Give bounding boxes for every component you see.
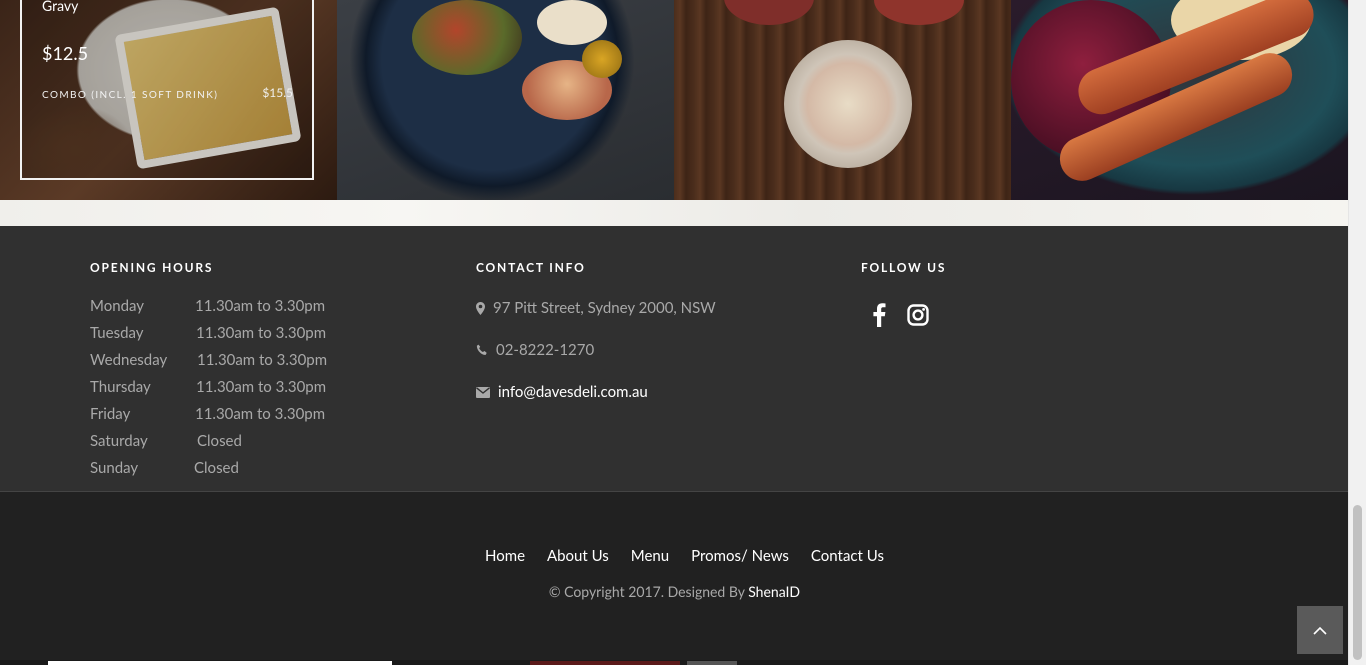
facebook-link[interactable] (864, 300, 894, 330)
email-link[interactable]: info@davesdeli.com.au (498, 383, 648, 401)
hours-day: Wednesday (90, 351, 168, 369)
hours-time: Closed (197, 432, 242, 450)
hours-row: Thursday 11.30am to 3.30pm (90, 378, 327, 405)
hours-time: 11.30am to 3.30pm (195, 405, 326, 423)
hours-row: Wednesday 11.30am to 3.30pm (90, 351, 327, 378)
gallery-image-sausages[interactable] (1011, 0, 1349, 200)
back-to-top-button[interactable] (1297, 606, 1343, 654)
food-graphic (874, 0, 964, 25)
paper-texture-divider (0, 200, 1349, 226)
address-line: 97 Pitt Street, Sydney 2000, NSW (476, 299, 716, 317)
phone-icon (476, 344, 487, 355)
copyright-text: © Copyright 2017. Designed By ShenaID (0, 583, 1349, 600)
hours-time: 11.30am to 3.30pm (197, 351, 328, 369)
peek-block (48, 661, 392, 665)
gallery-image-gravy-bake[interactable]: Gravy $12.5 COMBO (INCL. 1 SOFT DRINK) $… (0, 0, 337, 200)
hours-day: Sunday (90, 459, 139, 477)
footer-bottom: Home About Us Menu Promos/ News Contact … (0, 492, 1349, 660)
facebook-icon (873, 303, 886, 327)
instagram-icon (907, 304, 929, 326)
envelope-icon (476, 386, 490, 398)
hours-day: Friday (90, 405, 131, 423)
food-graphic (724, 0, 814, 25)
menu-item-combo-price: $15.5 (262, 85, 293, 100)
hours-row: Tuesday 11.30am to 3.30pm (90, 324, 327, 351)
hours-day: Saturday (90, 432, 148, 450)
menu-item-combo-label: COMBO (INCL. 1 SOFT DRINK) (42, 89, 219, 101)
hours-day: Thursday (90, 378, 151, 396)
copyright-label: © Copyright 2017. Designed By (548, 583, 749, 600)
hours-row: Friday 11.30am to 3.30pm (90, 405, 327, 432)
gallery-image-coleslaw[interactable] (674, 0, 1011, 200)
designer-link[interactable]: ShenaID (748, 583, 800, 600)
address-text: 97 Pitt Street, Sydney 2000, NSW (493, 299, 716, 317)
page-content-below (0, 660, 1349, 665)
peek-block (687, 661, 737, 665)
scrollbar-thumb[interactable] (1353, 505, 1362, 660)
nav-link-contact[interactable]: Contact Us (811, 547, 884, 565)
nav-link-about[interactable]: About Us (547, 547, 609, 565)
contact-info-heading: CONTACT INFO (476, 260, 586, 275)
email-line[interactable]: info@davesdeli.com.au (476, 383, 648, 401)
footer-info: OPENING HOURS Monday 11.30am to 3.30pm Tu… (0, 226, 1349, 491)
peek-block (530, 661, 680, 665)
hours-row: Sunday Closed (90, 459, 327, 486)
menu-item-price: $12.5 (42, 42, 89, 64)
hours-time: 11.30am to 3.30pm (195, 297, 326, 315)
phone-text: 02-8222-1270 (496, 341, 595, 359)
hours-time: 11.30am to 3.30pm (196, 324, 327, 342)
hours-day: Monday (90, 297, 144, 315)
footer-nav: Home About Us Menu Promos/ News Contact … (0, 547, 1366, 565)
food-graphic (537, 0, 607, 45)
nav-link-promos[interactable]: Promos/ News (691, 547, 789, 565)
opening-hours-list: Monday 11.30am to 3.30pm Tuesday 11.30am t… (90, 297, 327, 486)
follow-us-heading: FOLLOW US (861, 260, 947, 275)
hours-row: Saturday Closed (90, 432, 327, 459)
opening-hours-heading: OPENING HOURS (90, 260, 214, 275)
food-graphic (784, 40, 912, 168)
hours-time: 11.30am to 3.30pm (196, 378, 327, 396)
hours-row: Monday 11.30am to 3.30pm (90, 297, 327, 324)
hours-day: Tuesday (90, 324, 144, 342)
nav-link-home[interactable]: Home (485, 547, 525, 565)
gallery-image-pork-plate[interactable] (337, 0, 674, 200)
hours-time: Closed (194, 459, 239, 477)
nav-link-menu[interactable]: Menu (631, 547, 669, 565)
menu-item-card[interactable]: Gravy $12.5 COMBO (INCL. 1 SOFT DRINK) $… (20, 0, 314, 180)
food-graphic (412, 0, 522, 75)
chevron-up-icon (1313, 626, 1327, 635)
phone-line: 02-8222-1270 (476, 341, 594, 359)
vertical-scrollbar[interactable] (1348, 0, 1366, 665)
food-graphic (582, 40, 622, 78)
map-marker-icon (476, 301, 485, 315)
instagram-link[interactable] (903, 300, 933, 330)
menu-item-title: Gravy (42, 0, 79, 14)
food-gallery: Gravy $12.5 COMBO (INCL. 1 SOFT DRINK) $… (0, 0, 1349, 200)
